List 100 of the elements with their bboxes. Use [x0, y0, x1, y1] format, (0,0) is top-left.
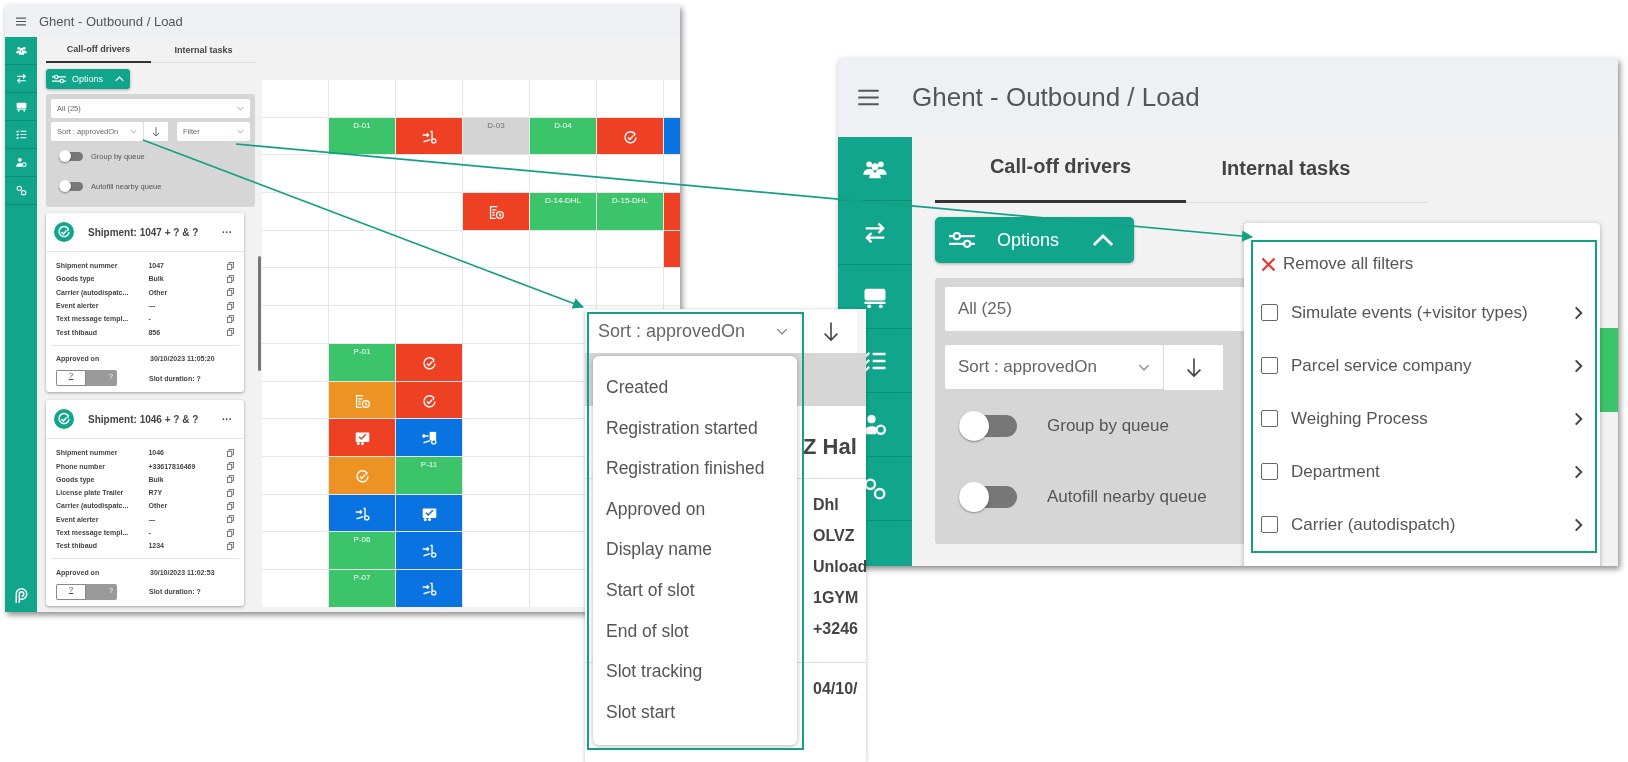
- grid-cell[interactable]: [463, 419, 529, 456]
- grid-cell[interactable]: [262, 117, 328, 155]
- slot-tile[interactable]: [396, 343, 462, 381]
- slot-tile[interactable]: [396, 117, 462, 155]
- grid-cell[interactable]: [396, 155, 462, 193]
- grid-cell[interactable]: [262, 494, 328, 532]
- copy-icon[interactable]: [227, 328, 234, 337]
- grid-cell[interactable]: [530, 80, 596, 117]
- chevron-right-icon[interactable]: [1574, 305, 1583, 320]
- grid-cell[interactable]: [329, 193, 395, 230]
- scrollbar[interactable]: [258, 256, 261, 371]
- filter-option[interactable]: Weighing Process: [1291, 408, 1428, 429]
- chevron-right-icon[interactable]: [1574, 358, 1583, 373]
- tab[interactable]: Call-off drivers: [935, 155, 1186, 203]
- copy-icon[interactable]: [227, 314, 234, 323]
- grid-cell[interactable]: [262, 193, 328, 230]
- sort-option[interactable]: Registration finished: [593, 448, 797, 489]
- grid-cell[interactable]: [262, 155, 328, 193]
- slot-tile[interactable]: D-03: [463, 117, 529, 155]
- more-button[interactable]: ···: [222, 413, 232, 425]
- grid-cell[interactable]: [463, 268, 529, 306]
- slot-tile[interactable]: [329, 494, 395, 532]
- menu-icon[interactable]: [16, 16, 26, 26]
- grid-cell[interactable]: [262, 569, 328, 607]
- grid-cell[interactable]: [262, 456, 328, 494]
- checkbox[interactable]: [1261, 463, 1278, 480]
- grid-cell[interactable]: [463, 381, 529, 419]
- grid-cell[interactable]: [463, 343, 529, 381]
- grid-cell[interactable]: [463, 532, 529, 569]
- slot-tile[interactable]: [396, 494, 462, 532]
- copy-icon[interactable]: [227, 274, 234, 283]
- grid-cell[interactable]: [463, 155, 529, 193]
- copy-icon[interactable]: [227, 515, 234, 524]
- remove-filters-button[interactable]: Remove all filters: [1253, 242, 1595, 286]
- slot-tile[interactable]: [396, 569, 462, 607]
- grid-cell[interactable]: [329, 230, 395, 268]
- grid-cell[interactable]: [396, 306, 462, 343]
- grid-cell[interactable]: [262, 306, 328, 343]
- sort-direction-button[interactable]: [1163, 345, 1223, 390]
- more-button[interactable]: ···: [222, 226, 232, 238]
- filter-option[interactable]: Department: [1291, 461, 1380, 482]
- gears-icon[interactable]: [14, 184, 28, 197]
- grid-cell[interactable]: [530, 230, 596, 268]
- copy-icon[interactable]: [227, 541, 234, 550]
- grid-cell[interactable]: [530, 268, 596, 306]
- sort-direction-button[interactable]: [143, 122, 168, 141]
- sort-option[interactable]: Registration started: [593, 407, 797, 449]
- grid-cell[interactable]: [597, 230, 663, 268]
- sort-direction-button[interactable]: [804, 310, 857, 353]
- grid-cell[interactable]: [262, 532, 328, 569]
- sort-option[interactable]: Display name: [593, 529, 797, 570]
- grid-cell[interactable]: [396, 80, 462, 117]
- copy-icon[interactable]: [227, 462, 234, 470]
- copy-icon[interactable]: [227, 475, 234, 484]
- swap-icon[interactable]: [14, 72, 28, 85]
- menu-icon[interactable]: [858, 89, 879, 106]
- grid-cell[interactable]: [396, 268, 462, 306]
- sort-select[interactable]: Sort : approvedOn: [588, 310, 800, 353]
- slot-tile[interactable]: [329, 419, 395, 456]
- copy-icon[interactable]: [227, 448, 234, 457]
- grid-cell[interactable]: [463, 230, 529, 268]
- sort-option[interactable]: Slot start: [593, 691, 797, 733]
- grid-cell[interactable]: [329, 155, 395, 193]
- slot-tile[interactable]: [396, 381, 462, 419]
- grid-cell[interactable]: [262, 343, 328, 381]
- toggle-switch[interactable]: [59, 181, 83, 191]
- slot-tile[interactable]: [329, 456, 395, 494]
- copy-icon[interactable]: [227, 528, 234, 537]
- chevron-right-icon[interactable]: [1574, 411, 1583, 426]
- grid-cell[interactable]: [463, 494, 529, 532]
- filter-option[interactable]: Carrier (autodispatch): [1291, 514, 1456, 535]
- sort-option[interactable]: Start of slot: [593, 569, 797, 611]
- toggle-switch[interactable]: [59, 151, 83, 161]
- checkbox[interactable]: [1261, 516, 1278, 533]
- checkbox[interactable]: [1261, 410, 1278, 427]
- group-icon[interactable]: [14, 44, 28, 57]
- slot-tile[interactable]: [329, 381, 395, 419]
- checkbox[interactable]: [1261, 357, 1278, 374]
- grid-cell[interactable]: [329, 80, 395, 117]
- grid-cell[interactable]: [597, 80, 663, 117]
- truck-icon[interactable]: [14, 100, 28, 113]
- copy-icon[interactable]: [227, 261, 234, 270]
- grid-cell[interactable]: [262, 230, 328, 268]
- filter-option[interactable]: Parcel service company: [1291, 355, 1472, 376]
- sort-select[interactable]: Sort : approvedOn: [945, 345, 1163, 389]
- slot-tile[interactable]: [396, 419, 462, 456]
- tab[interactable]: Internal tasks: [151, 45, 256, 63]
- chevron-right-icon[interactable]: [1574, 464, 1583, 479]
- usergear-icon[interactable]: [14, 156, 28, 169]
- grid-cell[interactable]: [329, 268, 395, 306]
- sort-option[interactable]: Slot tracking: [593, 651, 797, 692]
- grid-cell[interactable]: [597, 155, 663, 193]
- slot-tile[interactable]: [396, 532, 462, 569]
- slot-tile[interactable]: [597, 117, 663, 155]
- copy-icon[interactable]: [227, 288, 234, 297]
- grid-cell[interactable]: [597, 268, 663, 306]
- grid-cell[interactable]: [262, 80, 328, 117]
- grid-cell[interactable]: [262, 419, 328, 456]
- checkbox[interactable]: [1261, 304, 1278, 321]
- copy-icon[interactable]: [227, 488, 234, 497]
